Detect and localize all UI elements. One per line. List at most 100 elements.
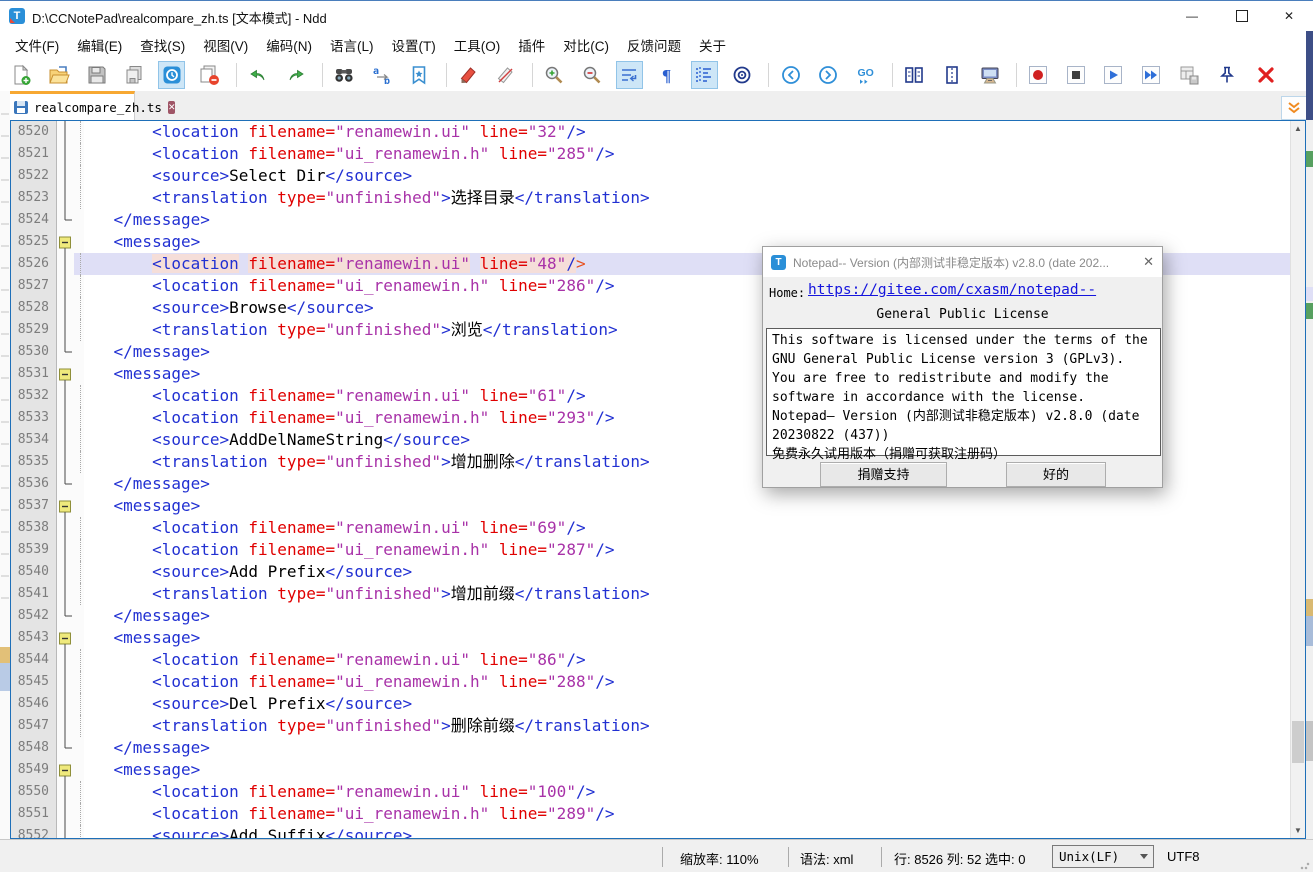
menu-item-0[interactable]: 文件(F): [6, 32, 68, 58]
toolbar-replace-button[interactable]: ab: [368, 61, 395, 89]
code-row[interactable]: 8540 <source>Add Prefix</source>: [11, 561, 1291, 583]
toolbar-close-file-button[interactable]: [196, 61, 223, 89]
toolbar-indent-guides-button[interactable]: [691, 61, 718, 89]
toolbar-goto-line-button[interactable]: GO: [853, 61, 880, 89]
code-row[interactable]: 8549 <message>: [11, 759, 1291, 781]
code-line-text[interactable]: </message>: [74, 737, 1291, 759]
code-line-text[interactable]: <location filename="ui_renamewin.h" line…: [74, 143, 1291, 165]
code-line-text[interactable]: <location filename="renamewin.ui" line="…: [74, 517, 1291, 539]
toolbar-locate-button[interactable]: [729, 61, 756, 89]
close-button[interactable]: ✕: [1266, 1, 1312, 31]
code-line-text[interactable]: <source>Select Dir</source>: [74, 165, 1291, 187]
toolbar-nav-forward-button[interactable]: [815, 61, 842, 89]
code-line-text[interactable]: <source>Del Prefix</source>: [74, 693, 1291, 715]
toolbar-mark-clear-button[interactable]: [492, 61, 519, 89]
toolbar-pin-button[interactable]: [1213, 61, 1241, 89]
dialog-title-bar[interactable]: T Notepad-- Version (内部测试非稳定版本) v2.8.0 (…: [763, 247, 1162, 277]
toolbar-stop-macro-button[interactable]: [1063, 61, 1090, 89]
donate-button[interactable]: 捐赠支持: [820, 462, 947, 487]
code-line-text[interactable]: <location filename="renamewin.ui" line="…: [74, 121, 1291, 143]
minimize-button[interactable]: —: [1169, 1, 1215, 31]
toolbar-save-macro-button[interactable]: [1175, 61, 1202, 89]
toolbar-play-macro-multi-button[interactable]: [1138, 61, 1165, 89]
resize-grip[interactable]: [1300, 860, 1310, 870]
toolbar-undo-button[interactable]: [245, 61, 272, 89]
toolbar-nav-back-button[interactable]: [777, 61, 804, 89]
menu-item-8[interactable]: 插件: [509, 32, 554, 58]
code-row[interactable]: 8544 <location filename="renamewin.ui" l…: [11, 649, 1291, 671]
code-row[interactable]: 8545 <location filename="ui_renamewin.h"…: [11, 671, 1291, 693]
code-line-text[interactable]: <message>: [74, 495, 1291, 517]
toolbar-word-wrap-button[interactable]: [616, 61, 643, 89]
toolbar-compare-single-button[interactable]: [939, 61, 966, 89]
code-row[interactable]: 8537 <message>: [11, 495, 1291, 517]
code-line-text[interactable]: </message>: [74, 605, 1291, 627]
homepage-link[interactable]: https://gitee.com/cxasm/notepad--: [808, 282, 1096, 298]
menu-item-3[interactable]: 视图(V): [194, 32, 257, 58]
code-line-text[interactable]: <location filename="renamewin.ui" line="…: [74, 649, 1291, 671]
code-line-text[interactable]: <message>: [74, 627, 1291, 649]
menu-item-6[interactable]: 设置(T): [383, 32, 445, 58]
code-row[interactable]: 8548 </message>: [11, 737, 1291, 759]
fold-marker[interactable]: [56, 231, 74, 253]
code-row[interactable]: 8538 <location filename="renamewin.ui" l…: [11, 517, 1291, 539]
toolbar-close-all-button[interactable]: [1252, 61, 1280, 89]
scrollbar-thumb[interactable]: [1292, 721, 1304, 763]
code-row[interactable]: 8522 <source>Select Dir</source>: [11, 165, 1291, 187]
toolbar-auto-save-button[interactable]: [158, 61, 185, 89]
fold-marker[interactable]: [56, 627, 74, 649]
code-line-text[interactable]: <location filename="renamewin.ui" line="…: [74, 781, 1291, 803]
code-line-text[interactable]: <source>Add Suffix</source>: [74, 825, 1291, 838]
code-row[interactable]: 8543 <message>: [11, 627, 1291, 649]
code-line-text[interactable]: <location filename="ui_renamewin.h" line…: [74, 671, 1291, 693]
toolbar-new-file-button[interactable]: [8, 61, 35, 89]
code-row[interactable]: 8546 <source>Del Prefix</source>: [11, 693, 1291, 715]
menu-item-10[interactable]: 反馈问题: [618, 32, 690, 58]
toolbar-mark-red-button[interactable]: [455, 61, 482, 89]
code-row[interactable]: 8547 <translation type="unfinished">删除前缀…: [11, 715, 1291, 737]
code-line-text[interactable]: </message>: [74, 209, 1291, 231]
menu-item-2[interactable]: 查找(S): [131, 32, 194, 58]
code-line-text[interactable]: <location filename="ui_renamewin.h" line…: [74, 803, 1291, 825]
tab-list-button[interactable]: [1281, 96, 1307, 120]
toolbar-save-all-button[interactable]: [121, 61, 148, 89]
code-row[interactable]: 8551 <location filename="ui_renamewin.h"…: [11, 803, 1291, 825]
code-line-text[interactable]: <translation type="unfinished">删除前缀</tra…: [74, 715, 1291, 737]
tab-close-icon[interactable]: ✕: [168, 101, 176, 114]
code-row[interactable]: 8542 </message>: [11, 605, 1291, 627]
menu-item-11[interactable]: 关于: [690, 32, 735, 58]
menu-item-5[interactable]: 语言(L): [321, 32, 383, 58]
code-line-text[interactable]: <source>Add Prefix</source>: [74, 561, 1291, 583]
menu-item-4[interactable]: 编码(N): [257, 32, 321, 58]
menu-item-7[interactable]: 工具(O): [445, 32, 510, 58]
toolbar-open-file-button[interactable]: [46, 61, 73, 89]
code-row[interactable]: 8524 </message>: [11, 209, 1291, 231]
code-line-text[interactable]: <translation type="unfinished">增加前缀</tra…: [74, 583, 1291, 605]
code-line-text[interactable]: <translation type="unfinished">选择目录</tra…: [74, 187, 1291, 209]
code-row[interactable]: 8552 <source>Add Suffix</source>: [11, 825, 1291, 838]
code-row[interactable]: 8523 <translation type="unfinished">选择目录…: [11, 187, 1291, 209]
code-row[interactable]: 8550 <location filename="renamewin.ui" l…: [11, 781, 1291, 803]
menu-item-1[interactable]: 编辑(E): [68, 32, 131, 58]
code-line-text[interactable]: <location filename="ui_renamewin.h" line…: [74, 539, 1291, 561]
toolbar-save-button[interactable]: [83, 61, 110, 89]
vertical-scrollbar[interactable]: ▲ ▼: [1290, 121, 1305, 838]
menu-item-9[interactable]: 对比(C): [554, 32, 618, 58]
toolbar-record-macro-button[interactable]: [1025, 61, 1052, 89]
code-row[interactable]: 8521 <location filename="ui_renamewin.h"…: [11, 143, 1291, 165]
maximize-button[interactable]: [1219, 1, 1265, 31]
fold-marker[interactable]: [56, 759, 74, 781]
fold-marker[interactable]: [56, 495, 74, 517]
fold-marker[interactable]: [56, 363, 74, 385]
title-bar[interactable]: T D:\CCNotePad\realcompare_zh.ts [文本模式] …: [0, 1, 1313, 31]
scroll-up-icon[interactable]: ▲: [1291, 121, 1305, 136]
ok-button[interactable]: 好的: [1006, 462, 1106, 487]
toolbar-screen-share-button[interactable]: [976, 61, 1003, 89]
toolbar-bookmark-button[interactable]: [406, 61, 433, 89]
code-row[interactable]: 8541 <translation type="unfinished">增加前缀…: [11, 583, 1291, 605]
toolbar-find-button[interactable]: [331, 61, 358, 89]
code-row[interactable]: 8520 <location filename="renamewin.ui" l…: [11, 121, 1291, 143]
tab-realcompare[interactable]: realcompare_zh.ts ✕: [10, 91, 135, 120]
toolbar-compare-files-button[interactable]: [901, 61, 928, 89]
toolbar-zoom-out-button[interactable]: [578, 61, 605, 89]
